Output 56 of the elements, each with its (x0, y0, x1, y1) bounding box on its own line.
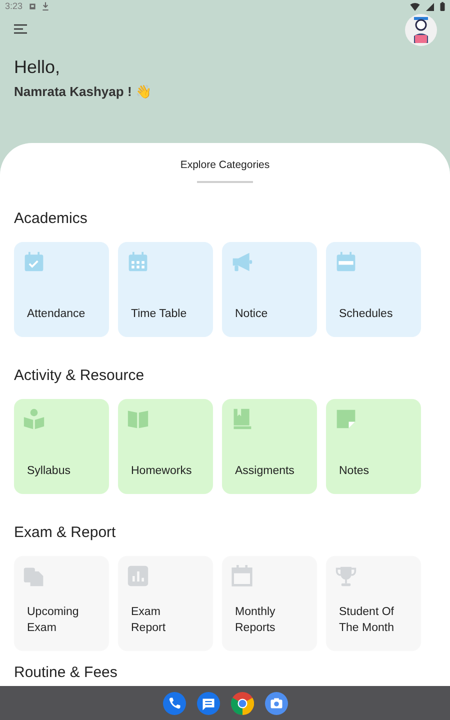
section-heading: Routine & Fees (14, 663, 118, 683)
phone-icon[interactable] (162, 692, 186, 714)
sheet-title: Explore Categories (180, 158, 270, 172)
card-label: Time Table (131, 307, 188, 322)
category-card[interactable]: Upcoming Exam (14, 556, 109, 651)
card-label: Assigments (235, 464, 296, 479)
card-label: Notice (235, 307, 269, 322)
camera-icon[interactable] (264, 692, 288, 714)
category-card[interactable]: Exam Report (118, 556, 213, 651)
wifi-icon (410, 2, 420, 10)
status-time: 3:23 (5, 0, 23, 13)
message-icon[interactable] (196, 692, 220, 714)
drag-handle (197, 181, 253, 183)
section-heading: Academics (14, 209, 88, 229)
megaphone-icon (231, 251, 253, 273)
calendar-check-icon (23, 251, 45, 273)
greeting-text: Hello, (14, 56, 60, 79)
signal-icon (426, 2, 434, 10)
category-card[interactable]: Schedules (326, 242, 421, 337)
menu-icon[interactable] (14, 24, 27, 34)
battery-icon (440, 2, 445, 11)
user-name: Namrata Kashyap ! 👋 (14, 83, 152, 101)
card-label: Homeworks (131, 464, 193, 479)
sticky-note-icon (335, 408, 357, 430)
browser-icon[interactable] (230, 692, 254, 714)
section-heading: Exam & Report (14, 523, 116, 543)
notification-icon (28, 3, 36, 10)
avatar[interactable] (405, 14, 437, 46)
category-card[interactable]: Notice (222, 242, 317, 337)
card-label: Student Of The Month (339, 605, 395, 636)
download-icon (42, 2, 49, 11)
card-label: Notes (339, 464, 370, 479)
card-label: Syllabus (27, 464, 72, 479)
category-card[interactable]: Monthly Reports (222, 556, 317, 651)
card-label: Upcoming Exam (27, 605, 80, 636)
category-card[interactable]: Assigments (222, 399, 317, 494)
card-label: Monthly Reports (235, 605, 276, 636)
card-label: Attendance (27, 307, 86, 322)
category-card[interactable]: Syllabus (14, 399, 109, 494)
category-card[interactable]: Homeworks (118, 399, 213, 494)
category-card[interactable]: Attendance (14, 242, 109, 337)
calendar-icon (335, 251, 357, 273)
category-card[interactable]: Student Of The Month (326, 556, 421, 651)
bookmark-book-icon (231, 408, 253, 430)
open-book-icon (127, 408, 149, 430)
category-card[interactable]: Notes (326, 399, 421, 494)
card-label: Schedules (339, 307, 394, 322)
card-label: Exam Report (131, 605, 167, 636)
section-heading: Activity & Resource (14, 366, 144, 386)
category-card[interactable]: Time Table (118, 242, 213, 337)
bar-chart-icon (127, 565, 149, 587)
trophy-icon (335, 565, 357, 587)
calendar-grid-icon (127, 251, 149, 273)
documents-icon (23, 565, 45, 587)
calendar-outline-icon (231, 565, 253, 587)
reading-person-icon (23, 408, 45, 430)
